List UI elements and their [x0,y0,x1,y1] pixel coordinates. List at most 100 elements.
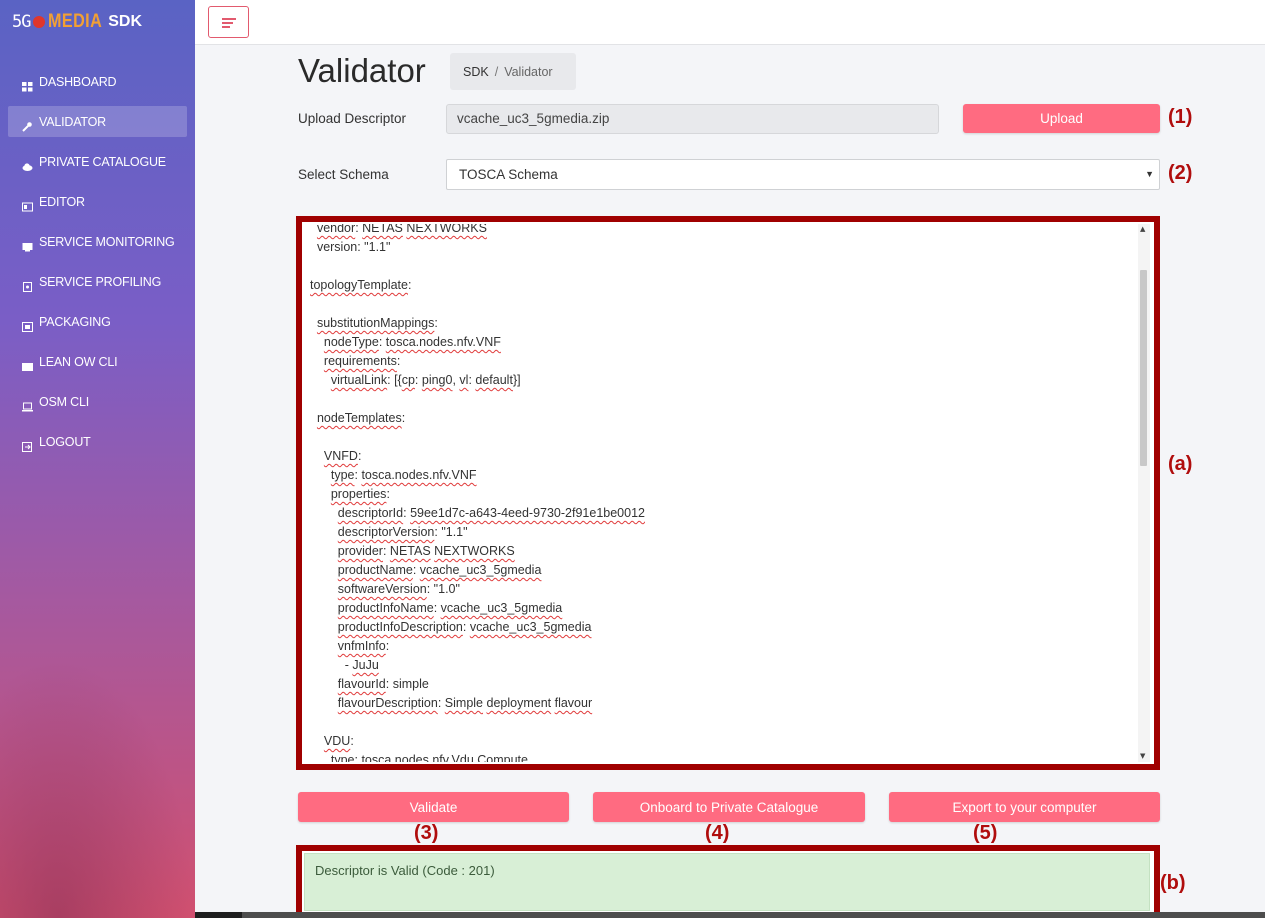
code-token: vcache_uc3_5gmedia [419,563,542,577]
code-token: productName [337,563,413,577]
upload-button[interactable]: Upload [963,104,1160,133]
code-token: : [437,696,445,710]
breadcrumb-separator: / [494,64,499,79]
sidebar-item-dashboard[interactable]: DASHBOARD [8,66,187,97]
code-token: productInfoDescription [337,620,463,634]
laptop-icon [22,397,33,411]
code-token: nodeType [323,335,379,349]
code-line: productInfoName: vcache_uc3_5gmedia [310,599,645,618]
code-line: type: tosca.nodes.nfv.VNF [310,466,645,485]
sidebar-item-editor[interactable]: EDITOR [8,186,187,217]
sidebar-item-label: PRIVATE CATALOGUE [39,154,166,169]
breadcrumb-sdk[interactable]: SDK [463,65,489,79]
onboard-button[interactable]: Onboard to Private Catalogue [593,792,865,822]
code-token: 59ee1d7c-a643-4eed-9730-2f91e1be0012 [410,506,645,520]
sidebar-item-private-catalogue[interactable]: PRIVATE CATALOGUE [8,146,187,177]
code-token: NEXTWORKS [406,224,487,235]
code-line: virtualLink: [{cp: ping0, vl: default}] [310,371,645,390]
export-button[interactable]: Export to your computer [889,792,1160,822]
validate-button[interactable]: Validate [298,792,569,822]
logo-media: MEDIA [48,11,103,32]
result-frame: Descriptor is Valid (Code : 201) [296,845,1160,918]
code-token: vcache_uc3_5gmedia [440,601,563,615]
code-token: : [382,544,390,558]
code-token: type [330,753,355,762]
sidebar-item-packaging[interactable]: PACKAGING [8,306,187,337]
file-icon [22,277,33,292]
code-line: nodeType: tosca.nodes.nfv.VNF [310,333,645,352]
code-token: default [475,373,513,387]
brand-logo[interactable]: 5G MEDIA SDK [12,10,142,34]
sidebar-item-service-monitoring[interactable]: SERVICE MONITORING [8,226,187,257]
code-token: type [330,468,355,482]
editor-scrollbar-thumb[interactable] [1140,270,1147,466]
code-token: tosca.nodes.nfv.VNF [385,335,501,349]
code-token: : [350,734,354,748]
sidebar-item-label: DASHBOARD [39,74,117,89]
logo-dot-icon [33,16,46,28]
top-bar [195,0,1265,45]
sidebar-item-label: SERVICE MONITORING [39,234,175,249]
bottom-strip [195,912,1265,918]
code-token: : [407,278,412,292]
annotation-a: (a) [1168,453,1193,475]
code-token: - [310,658,353,672]
code-line: flavourId: simple [310,675,645,694]
annotation-3: (3) [414,822,439,844]
code-token: : [434,316,438,330]
sidebar-item-label: SERVICE PROFILING [39,274,162,289]
upload-descriptor-label: Upload Descriptor [298,111,407,126]
scroll-down-icon[interactable]: ▼ [1140,752,1145,760]
code-line: descriptorId: 59ee1d7c-a643-4eed-9730-2f… [310,504,645,523]
cloud-icon [22,157,33,171]
code-token: provider [337,544,383,558]
sidebar: 5G MEDIA SDK DASHBOARD VALIDATOR PRIVATE C… [0,0,195,918]
annotation-4: (4) [705,822,730,844]
scroll-up-icon[interactable]: ▲ [1140,225,1145,233]
sidebar-item-label: LEAN OW CLI [39,354,118,369]
menu-toggle-button[interactable] [208,6,249,38]
code-token: : "1.1" [434,525,468,539]
code-line: descriptorVersion: "1.1" [310,523,645,542]
code-line: flavourDescription: Simple deployment fl… [310,694,645,713]
code-token: virtualLink [330,373,388,387]
code-token: : [462,620,470,634]
sidebar-item-lean-ow-cli[interactable]: LEAN OW CLI [8,346,187,377]
bottom-strip-left [195,912,242,918]
package-icon [22,317,33,332]
sidebar-item-validator[interactable]: VALIDATOR [8,106,187,137]
code-line: VNFD: [310,447,645,466]
sidebar-nav: DASHBOARD VALIDATOR PRIVATE CATALOGUE EDITO… [8,66,187,466]
sidebar-item-label: OSM CLI [39,394,89,409]
code-token: Simple [444,696,484,710]
code-token: }] [512,373,521,387]
code-token: : [385,639,390,653]
editor-scrollbar[interactable]: ▲ ▼ [1138,224,1150,762]
code-token: version: "1.1" [310,240,391,254]
code-token: substitutionMappings [316,316,435,330]
sidebar-item-service-profiling[interactable]: SERVICE PROFILING [8,266,187,297]
code-token: vendor [316,224,356,235]
code-token: : [378,335,386,349]
upload-descriptor-field[interactable]: vcache_uc3_5gmedia.zip [446,104,939,134]
code-line: vendor: NETAS NEXTWORKS [310,224,645,238]
annotation-b: (b) [1160,872,1186,894]
code-token: softwareVersion [337,582,427,596]
sidebar-item-logout[interactable]: LOGOUT [8,426,187,457]
descriptor-editor[interactable]: vendor: NETAS NEXTWORKS version: "1.1" t… [304,224,1150,762]
code-line: substitutionMappings: [310,314,645,333]
code-line: version: "1.1" [310,238,645,257]
annotation-1: (1) [1168,106,1193,128]
code-token: : "1.0" [426,582,460,596]
code-token: NETAS [362,224,403,235]
logo-5g: 5G [12,12,32,32]
schema-select[interactable]: TOSCA Schema ▼ [446,159,1160,190]
sidebar-item-osm-cli[interactable]: OSM CLI [8,386,187,417]
